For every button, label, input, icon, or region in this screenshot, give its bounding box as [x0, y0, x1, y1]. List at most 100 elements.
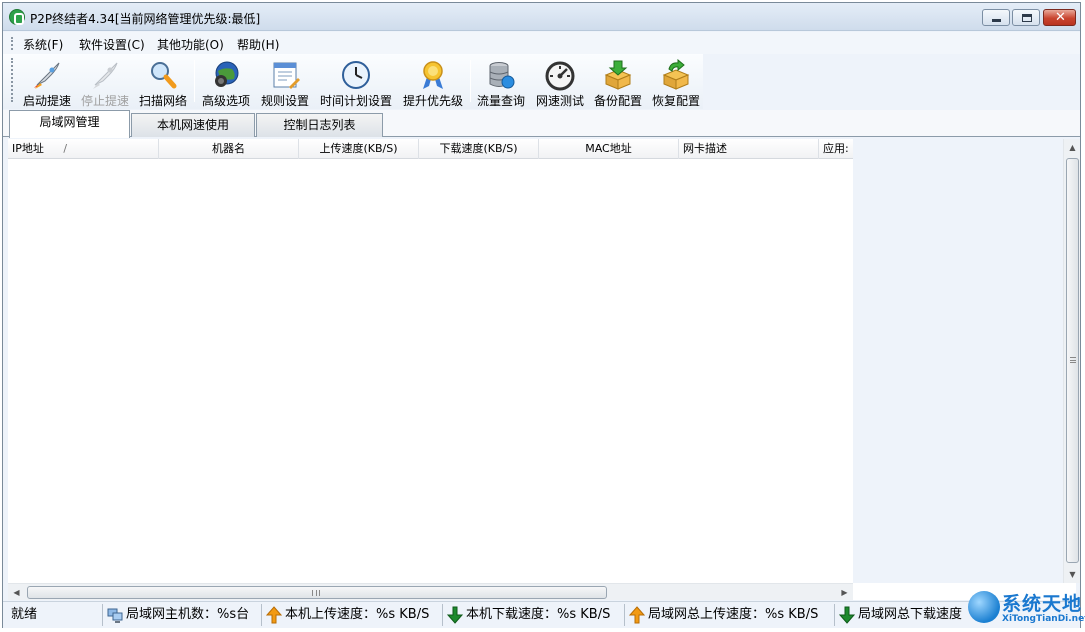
backup-config-label: 备份配置	[593, 94, 642, 108]
list-body[interactable]	[8, 159, 853, 583]
minimize-button[interactable]	[982, 9, 1010, 26]
arrow-up-icon	[629, 605, 645, 623]
grip-icon	[1070, 357, 1076, 363]
menu-help[interactable]: 帮助(H)	[237, 36, 279, 53]
horizontal-scrollbar[interactable]: ◀ ▶	[8, 583, 853, 600]
scroll-up-icon[interactable]: ▲	[1064, 139, 1081, 156]
computers-icon	[107, 608, 123, 623]
status-local-download: 本机下载速度：%s KB/S	[442, 604, 623, 626]
menu-bar: 系统(F) 软件设置(C) 其他功能(O) 帮助(H)	[3, 32, 1080, 54]
toolbar: 启动提速 停止提速 扫描网络 高级选项 规则设置 时间计划设置 提升优先级 流量…	[3, 54, 703, 109]
arrow-down-icon	[447, 606, 463, 624]
scan-network-label: 扫描网络	[138, 94, 187, 108]
menu-other-functions[interactable]: 其他功能(O)	[157, 36, 224, 53]
speedometer-icon	[545, 61, 575, 91]
scan-network-button[interactable]: 扫描网络	[135, 56, 191, 108]
title-bar: P2P终结者4.34[当前网络管理优先级:最低] ✕	[3, 3, 1080, 31]
watermark-logo: 系统天地 XiTongTianDi.net	[966, 585, 1085, 629]
status-local-upload: 本机上传速度：%s KB/S	[261, 604, 441, 626]
list-empty-area	[853, 139, 1074, 583]
app-logo-icon	[9, 9, 25, 25]
column-upload-speed[interactable]: 上传速度(KB/S)	[299, 139, 419, 159]
status-lan-upload: 局域网总上传速度：%s KB/S	[624, 604, 833, 626]
time-schedule-button[interactable]: 时间计划设置	[316, 56, 396, 108]
column-download-speed[interactable]: 下载速度(KB/S)	[419, 139, 539, 159]
start-speedup-label: 启动提速	[22, 94, 71, 108]
speed-test-button[interactable]: 网速测试	[532, 56, 588, 108]
tab-control-log-list[interactable]: 控制日志列表	[256, 113, 383, 137]
column-nic-description[interactable]: 网卡描述	[679, 139, 819, 159]
advanced-options-button[interactable]: 高级选项	[198, 56, 254, 108]
medal-icon	[423, 61, 443, 89]
list-header: IP地址 / 机器名 上传速度(KB/S) 下载速度(KB/S) MAC地址 网…	[8, 139, 853, 159]
column-ip-address[interactable]: IP地址 /	[8, 139, 159, 159]
tab-local-speed-usage[interactable]: 本机网速使用	[131, 113, 255, 137]
column-ip-address-label: IP地址	[12, 142, 44, 155]
raise-priority-label: 提升优先级	[402, 94, 463, 108]
box-restore-icon	[662, 59, 690, 90]
toolbar-separator	[470, 60, 471, 102]
tab-strip: 局域网管理 本机网速使用 控制日志列表	[3, 110, 1080, 138]
toolbar-grip[interactable]	[11, 58, 13, 102]
status-lan-download: 局域网总下载速度	[834, 604, 974, 626]
status-text: 就绪	[11, 607, 38, 622]
arrow-up-icon	[266, 605, 282, 623]
lan-host-list[interactable]: IP地址 / 机器名 上传速度(KB/S) 下载速度(KB/S) MAC地址 网…	[8, 139, 1080, 600]
window-title: P2P终结者4.34[当前网络管理优先级:最低]	[30, 12, 261, 26]
stop-speedup-button[interactable]: 停止提速	[77, 56, 133, 108]
rules-settings-button[interactable]: 规则设置	[257, 56, 313, 108]
backup-config-button[interactable]: 备份配置	[590, 56, 646, 108]
column-machine-name[interactable]: 机器名	[159, 139, 299, 159]
menu-system[interactable]: 系统(F)	[23, 36, 63, 53]
host-count-text: 局域网主机数：%s台	[126, 607, 250, 622]
speed-test-label: 网速测试	[535, 94, 584, 108]
clock-icon	[342, 61, 370, 89]
tab-lan-management[interactable]: 局域网管理	[9, 110, 130, 138]
rocket-icon	[34, 62, 60, 89]
column-application[interactable]: 应用:	[819, 139, 853, 159]
grip-icon	[312, 590, 320, 596]
close-icon: ✕	[1055, 10, 1066, 25]
magnifier-icon	[151, 62, 177, 89]
traffic-query-button[interactable]: 流量查询	[473, 56, 529, 108]
database-icon	[489, 62, 515, 89]
rules-settings-label: 规则设置	[260, 94, 309, 108]
globe-icon	[968, 591, 1000, 623]
raise-priority-button[interactable]: 提升优先级	[399, 56, 467, 108]
menu-software-settings[interactable]: 软件设置(C)	[79, 36, 145, 53]
status-bar: 就绪 局域网主机数：%s台 本机上传速度：%s KB/S 本机下载速度：%s K…	[3, 601, 1080, 628]
stop-speedup-label: 停止提速	[80, 94, 129, 108]
maximize-button[interactable]	[1012, 9, 1040, 26]
app-window: P2P终结者4.34[当前网络管理优先级:最低] ✕ 系统(F) 软件设置(C)…	[2, 2, 1081, 628]
time-schedule-label: 时间计划设置	[319, 94, 392, 108]
watermark-subtitle: XiTongTianDi.net	[1002, 614, 1085, 624]
rules-document-icon	[273, 62, 300, 89]
box-download-icon	[604, 60, 632, 90]
globe-camera-icon	[215, 61, 239, 87]
local-download-text: 本机下载速度：%s KB/S	[466, 607, 611, 622]
sort-indicator-icon: /	[63, 142, 68, 155]
vertical-scrollbar[interactable]: ▲ ▼	[1063, 139, 1080, 583]
restore-config-button[interactable]: 恢复配置	[648, 56, 704, 108]
toolbar-separator	[194, 60, 195, 102]
restore-config-label: 恢复配置	[651, 94, 700, 108]
rocket-disabled-icon	[93, 62, 118, 89]
horizontal-scroll-thumb[interactable]	[27, 586, 607, 599]
scroll-left-icon[interactable]: ◀	[8, 584, 25, 601]
start-speedup-button[interactable]: 启动提速	[19, 56, 75, 108]
watermark-title: 系统天地	[1002, 593, 1083, 615]
local-upload-text: 本机上传速度：%s KB/S	[285, 607, 430, 622]
lan-upload-text: 局域网总上传速度：%s KB/S	[648, 607, 819, 622]
vertical-scroll-thumb[interactable]	[1066, 158, 1079, 563]
scroll-right-icon[interactable]: ▶	[836, 584, 853, 601]
scroll-down-icon[interactable]: ▼	[1064, 566, 1081, 583]
close-button[interactable]: ✕	[1043, 9, 1076, 26]
advanced-options-label: 高级选项	[201, 94, 250, 108]
column-mac-address[interactable]: MAC地址	[539, 139, 679, 159]
menu-grip[interactable]	[11, 37, 13, 50]
arrow-down-icon	[839, 606, 855, 624]
traffic-query-label: 流量查询	[476, 94, 525, 108]
minimize-icon	[992, 19, 1001, 22]
status-host-count: 局域网主机数：%s台	[102, 604, 260, 626]
lan-download-text: 局域网总下载速度	[858, 607, 963, 622]
